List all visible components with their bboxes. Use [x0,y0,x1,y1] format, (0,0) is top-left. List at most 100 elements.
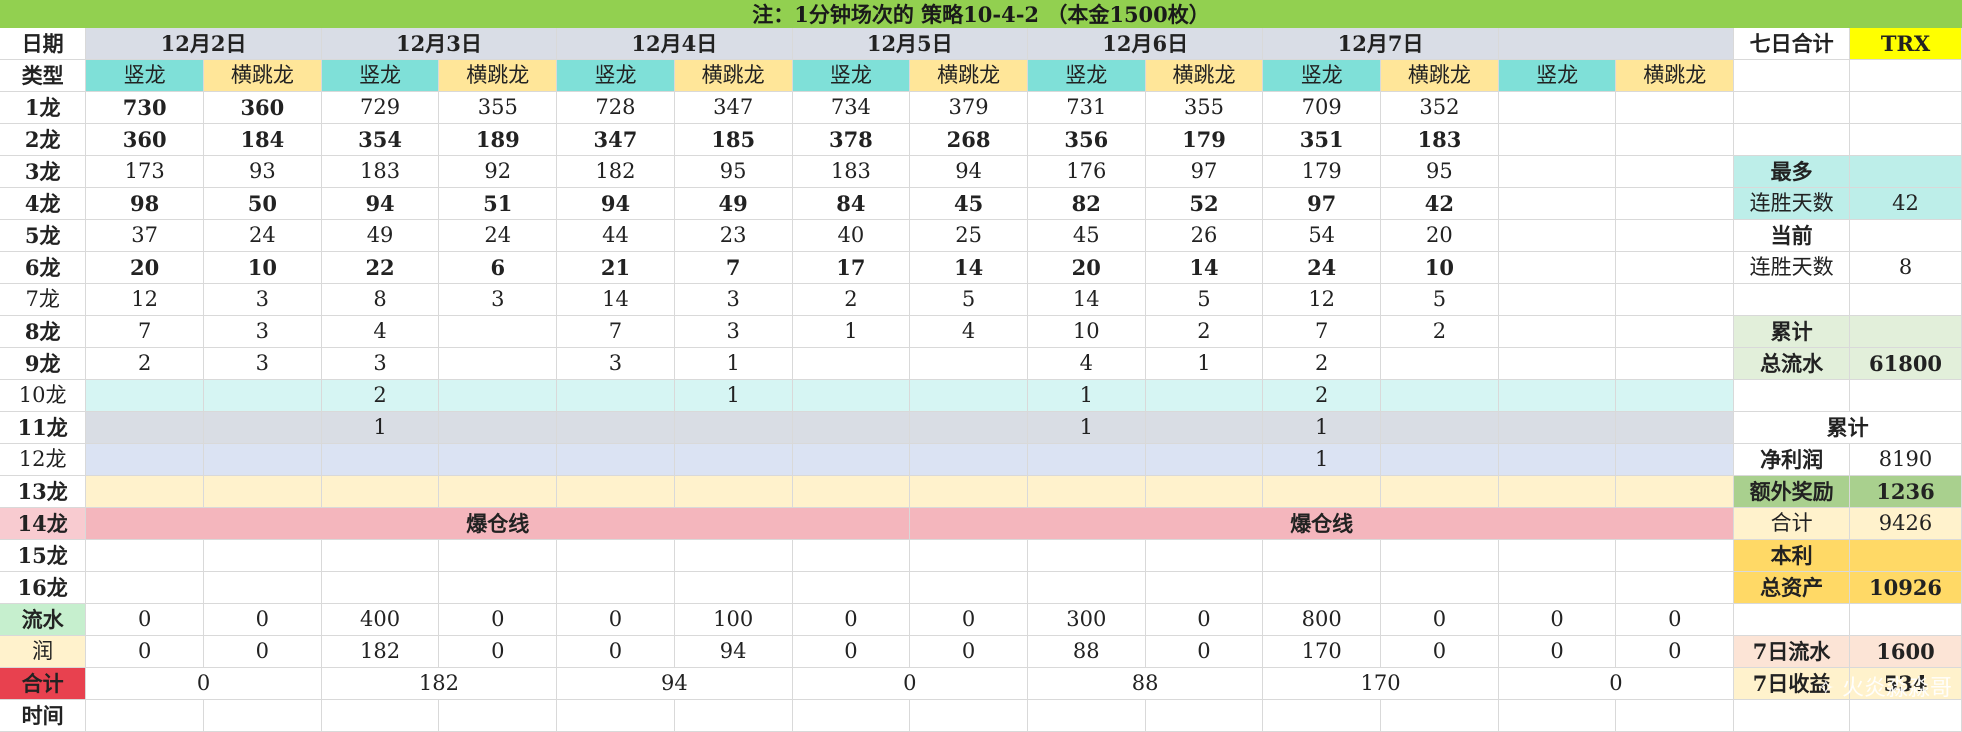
value-cell[interactable] [1615,123,1735,156]
row-label[interactable]: 15龙 [0,539,87,572]
value-cell[interactable] [1145,379,1264,412]
value-cell[interactable] [556,571,675,604]
value-cell[interactable]: 82 [1027,187,1146,220]
value-cell[interactable]: 24 [1262,251,1382,284]
value-cell[interactable]: 2 [792,283,911,316]
value-cell[interactable] [1498,91,1617,124]
value-cell[interactable] [1498,219,1617,252]
value-cell[interactable]: 355 [438,91,558,124]
time-cell[interactable] [792,699,911,732]
value-cell[interactable]: 728 [556,91,675,124]
flow-cell[interactable]: 100 [674,603,793,636]
value-cell[interactable] [1380,347,1499,380]
date-header[interactable]: 12月4日 [556,28,793,60]
flow-cell[interactable]: 0 [438,603,558,636]
time-cell[interactable] [1262,699,1382,732]
value-cell[interactable]: 4 [321,315,440,348]
side-empty[interactable] [1849,315,1962,348]
value-cell[interactable]: 189 [438,123,558,156]
time-cell[interactable] [1380,699,1499,732]
row-label[interactable]: 3龙 [0,155,87,188]
side-empty[interactable] [1733,699,1851,732]
value-cell[interactable]: 24 [203,219,322,252]
value-cell[interactable]: 84 [792,187,911,220]
flow-cell[interactable]: 400 [321,603,440,636]
flow-cell[interactable]: 300 [1027,603,1146,636]
date-header[interactable]: 12月6日 [1027,28,1264,60]
type-label[interactable]: 类型 [0,59,87,92]
value-cell[interactable]: 52 [1145,187,1264,220]
value-cell[interactable] [792,347,911,380]
type-vertical[interactable]: 竖龙 [792,59,911,92]
value-cell[interactable]: 14 [1027,283,1146,316]
value-cell[interactable] [792,571,911,604]
value-cell[interactable] [792,379,911,412]
value-cell[interactable] [1615,571,1735,604]
value-cell[interactable] [1498,155,1617,188]
side-win-streak-label[interactable]: 连胜天数 [1733,187,1851,220]
value-cell[interactable] [1262,475,1382,508]
value-cell[interactable] [1498,251,1617,284]
flow-cell[interactable]: 0 [909,603,1028,636]
value-cell[interactable]: 183 [792,155,911,188]
time-cell[interactable] [909,699,1028,732]
value-cell[interactable]: 354 [321,123,440,156]
value-cell[interactable] [438,347,558,380]
side-total-assets[interactable]: 10926 [1849,571,1962,604]
value-cell[interactable]: 3 [438,283,558,316]
date-label[interactable]: 日期 [0,28,87,60]
side-empty[interactable] [1733,59,1851,92]
value-cell[interactable] [1498,411,1617,444]
type-vertical[interactable]: 竖龙 [321,59,440,92]
value-cell[interactable]: 729 [321,91,440,124]
type-hop[interactable]: 横跳龙 [438,59,558,92]
value-cell[interactable]: 360 [85,123,204,156]
value-cell[interactable]: 93 [203,155,322,188]
value-cell[interactable]: 7 [674,251,793,284]
value-cell[interactable]: 94 [321,187,440,220]
value-cell[interactable] [556,443,675,476]
value-cell[interactable] [438,571,558,604]
total-cell[interactable]: 182 [321,667,558,700]
row-label[interactable]: 16龙 [0,571,87,604]
value-cell[interactable]: 1 [1145,347,1264,380]
value-cell[interactable]: 1 [1262,443,1382,476]
value-cell[interactable] [85,475,204,508]
value-cell[interactable] [1615,155,1735,188]
value-cell[interactable]: 7 [1262,315,1382,348]
total-cell[interactable]: 0 [792,667,1028,700]
value-cell[interactable]: 10 [1027,315,1146,348]
side-empty[interactable] [1733,603,1851,636]
time-cell[interactable] [674,699,793,732]
value-cell[interactable]: 1 [1027,379,1146,412]
profit-cell[interactable]: 0 [438,635,558,668]
value-cell[interactable] [1498,379,1617,412]
value-cell[interactable] [438,379,558,412]
value-cell[interactable]: 21 [556,251,675,284]
total-cell[interactable]: 94 [556,667,793,700]
value-cell[interactable]: 6 [438,251,558,284]
type-vertical[interactable]: 竖龙 [556,59,675,92]
value-cell[interactable]: 7 [85,315,204,348]
value-cell[interactable]: 94 [556,187,675,220]
value-cell[interactable] [1615,411,1735,444]
profit-cell[interactable]: 88 [1027,635,1146,668]
value-cell[interactable] [1145,571,1264,604]
value-cell[interactable]: 355 [1145,91,1264,124]
profit-cell[interactable]: 0 [85,635,204,668]
profit-cell[interactable]: 182 [321,635,440,668]
value-cell[interactable]: 183 [1380,123,1499,156]
side-sum-label[interactable]: 合计 [1733,507,1851,540]
value-cell[interactable]: 3 [203,283,322,316]
profit-cell[interactable]: 0 [1498,635,1617,668]
row-label[interactable]: 8龙 [0,315,87,348]
time-label[interactable]: 时间 [0,699,87,732]
value-cell[interactable]: 49 [674,187,793,220]
profit-cell[interactable]: 170 [1262,635,1382,668]
side-net-profit[interactable]: 8190 [1849,443,1962,476]
value-cell[interactable] [792,411,911,444]
burst-line[interactable]: 爆仓线 [909,507,1735,540]
date-header[interactable]: 12月7日 [1262,28,1499,60]
profit-cell[interactable]: 0 [1145,635,1264,668]
total-cell[interactable]: 170 [1262,667,1499,700]
